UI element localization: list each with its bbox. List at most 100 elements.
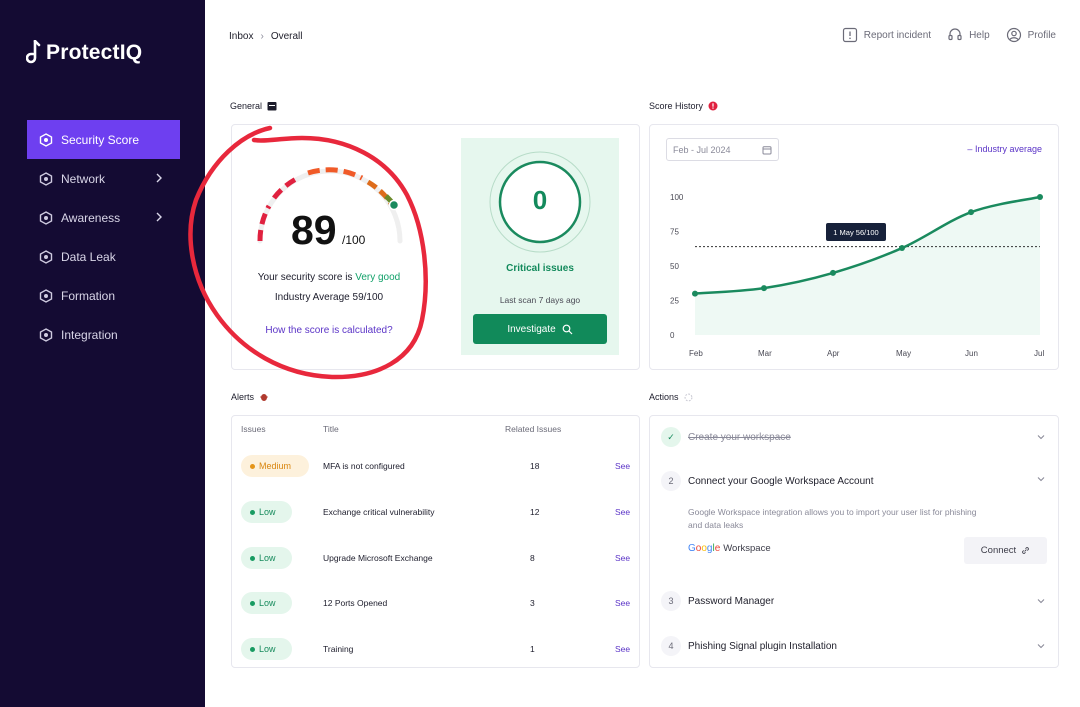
column-header-title[interactable]: Title <box>323 424 339 434</box>
help-button[interactable]: Help <box>947 27 990 43</box>
action-title: Create your workspace <box>688 432 791 443</box>
bug-icon <box>260 394 269 401</box>
severity-label: Medium <box>259 461 292 471</box>
column-header-related[interactable]: Related Issues <box>505 424 561 434</box>
critical-issues-label: Critical issues <box>506 263 574 274</box>
sidebar-item-awareness[interactable]: Awareness <box>27 198 180 237</box>
calendar-icon <box>762 146 772 155</box>
data-point <box>968 209 974 216</box>
severity-dot <box>250 509 255 515</box>
severity-badge: Low <box>241 638 292 660</box>
sidebar-item-formation[interactable]: Formation <box>27 276 180 315</box>
provider-word: Workspace <box>723 543 771 554</box>
sidebar-item-label: Network <box>61 171 106 186</box>
x-tick-label: Mar <box>758 349 772 358</box>
see-link[interactable]: See <box>615 461 630 471</box>
hexagon-icon <box>39 210 53 225</box>
general-title-text: General <box>230 101 263 111</box>
see-link[interactable]: See <box>615 598 630 608</box>
related-count: 3 <box>530 598 535 608</box>
breadcrumb-inbox[interactable]: Inbox <box>229 31 253 42</box>
sidebar-item-label: Data Leak <box>61 249 116 264</box>
related-count: 18 <box>530 461 540 471</box>
see-link[interactable]: See <box>615 507 630 517</box>
severity-badge: Low <box>241 592 292 614</box>
sidebar-item-integration[interactable]: Integration <box>27 315 180 354</box>
alert-title: Exchange critical vulnerability <box>323 507 435 517</box>
report-incident-label: Report incident <box>863 29 932 41</box>
sidebar-item-data-leak[interactable]: Data Leak <box>27 237 180 276</box>
severity-badge: Medium <box>241 455 309 477</box>
data-point <box>830 269 836 276</box>
hexagon-icon <box>39 327 53 342</box>
hexagon-icon <box>39 171 53 186</box>
general-section-title: General <box>230 101 277 111</box>
score-history-section-title: Score History <box>649 101 718 111</box>
chevron-down-icon <box>1037 477 1045 482</box>
annotation-circle <box>188 125 428 380</box>
link-icon <box>1022 547 1030 554</box>
alert-square-icon <box>842 27 857 43</box>
hexagon-icon <box>39 132 53 147</box>
breadcrumb-overall: Overall <box>270 31 303 42</box>
score-history-title-text: Score History <box>649 101 704 111</box>
step-number: 2 <box>661 471 681 491</box>
score-history-chart: 0 25 50 75 100 Feb Mar Apr May Jun Jul <box>670 193 1044 358</box>
legend-label: Industry average <box>974 144 1042 154</box>
related-count: 1 <box>530 644 535 654</box>
action-title: Connect your Google Workspace Account <box>688 476 874 487</box>
y-tick-label: 50 <box>670 262 679 271</box>
severity-dot <box>250 646 255 652</box>
sidebar-item-network[interactable]: Network <box>27 159 180 198</box>
chevron-down-icon <box>1037 644 1045 649</box>
chart-tooltip: 1 May 56/100 <box>826 223 886 241</box>
x-tick-label: Jun <box>965 349 978 358</box>
action-title: Password Manager <box>688 596 775 607</box>
profile-button[interactable]: Profile <box>1006 27 1056 43</box>
sidebar: ProtectIQ Security Score Network Awarene… <box>0 0 205 707</box>
connect-label: Connect <box>980 545 1017 556</box>
data-point <box>692 290 698 297</box>
alerts-section-title: Alerts <box>231 392 269 402</box>
step-number: 4 <box>661 636 681 656</box>
severity-badge: Low <box>241 547 292 569</box>
alert-title: MFA is not configured <box>323 461 405 471</box>
severity-label: Low <box>259 553 276 563</box>
step-number: 3 <box>661 591 681 611</box>
date-range-picker[interactable]: Feb - Jul 2024 <box>666 138 779 161</box>
severity-dot <box>250 600 255 606</box>
related-count: 8 <box>530 553 535 563</box>
logo[interactable]: ProtectIQ <box>26 40 142 66</box>
y-tick-label: 100 <box>670 193 684 202</box>
investigate-button[interactable]: Investigate <box>473 314 607 344</box>
actions-title-text: Actions <box>649 392 679 402</box>
report-incident-button[interactable]: Report incident <box>842 27 931 43</box>
sidebar-nav: Security Score Network Awareness Data Le… <box>27 120 180 354</box>
related-count: 12 <box>530 507 540 517</box>
sidebar-item-security-score[interactable]: Security Score <box>27 120 180 159</box>
column-header-issues[interactable]: Issues <box>241 424 266 434</box>
x-tick-label: Apr <box>827 349 840 358</box>
legend-dash: – <box>967 144 973 154</box>
alerts-card <box>231 415 640 668</box>
calendar-icon <box>267 102 277 111</box>
user-circle-icon <box>1006 27 1021 43</box>
connect-button[interactable]: Connect <box>964 537 1047 564</box>
sidebar-item-label: Integration <box>61 327 118 342</box>
chart-legend: – Industry average <box>967 144 1042 154</box>
sidebar-item-label: Security Score <box>61 132 140 147</box>
severity-dot <box>250 463 255 469</box>
y-tick-label: 25 <box>670 297 679 306</box>
alert-title: Upgrade Microsoft Exchange <box>323 553 433 563</box>
see-link[interactable]: See <box>615 553 630 563</box>
alert-title: 12 Ports Opened <box>323 598 388 608</box>
investigate-label: Investigate <box>507 323 556 335</box>
chevron-right-icon <box>156 212 162 222</box>
date-range-value: Feb - Jul 2024 <box>673 145 731 155</box>
logo-mark-icon <box>26 40 41 64</box>
breadcrumb: Inbox › Overall <box>229 31 303 42</box>
severity-label: Low <box>259 644 276 654</box>
sidebar-item-label: Awareness <box>61 210 121 225</box>
critical-issues-count: 0 <box>532 185 548 215</box>
see-link[interactable]: See <box>615 644 630 654</box>
